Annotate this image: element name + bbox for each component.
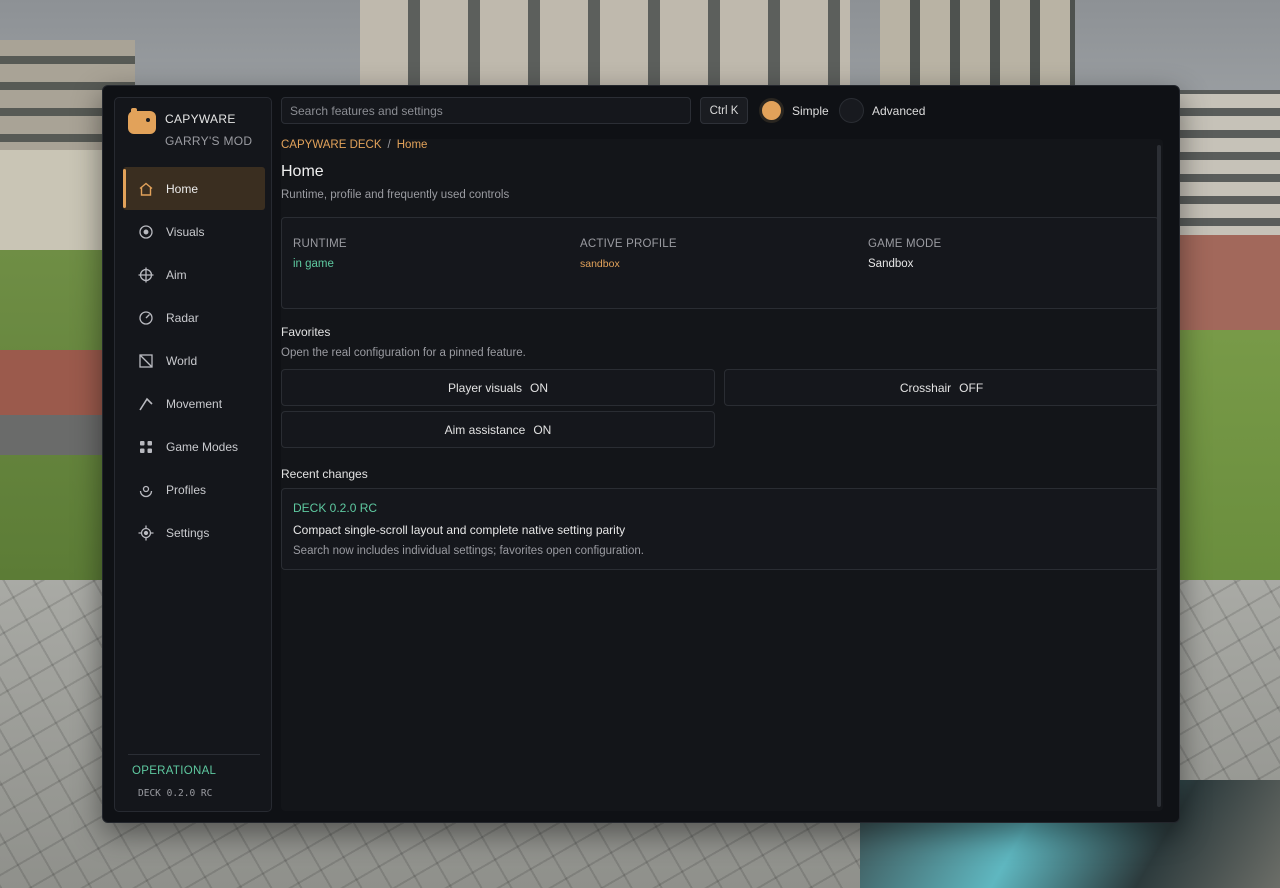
profile-icon (137, 481, 155, 499)
breadcrumb-current: Home (396, 139, 428, 151)
sidebar-item-movement[interactable]: Movement (123, 382, 265, 425)
home-icon (137, 180, 155, 198)
stat-game-mode: GAME MODE Sandbox (868, 238, 941, 270)
stat-value: Sandbox (868, 258, 914, 270)
recent-changes-title: Recent changes (281, 467, 368, 481)
mode-label: Simple (792, 103, 829, 118)
sidebar-item-radar[interactable]: Radar (123, 296, 265, 339)
building (1180, 90, 1280, 240)
favorite-state: ON (533, 422, 552, 437)
brick-wall (0, 350, 110, 415)
favorite-player-visuals-button[interactable]: Player visuals ON (281, 369, 715, 406)
radio-dot-icon (839, 98, 864, 123)
favorite-name: Player visuals (447, 380, 523, 395)
search-input[interactable] (281, 97, 691, 124)
brick-wall (1180, 235, 1280, 345)
mode-simple-toggle[interactable]: Simple (759, 97, 829, 124)
sidebar-item-label: Radar (166, 310, 199, 325)
sidebar-item-label: Movement (166, 396, 223, 411)
stat-runtime: RUNTIME in game (293, 238, 347, 270)
recent-changes-card: DECK 0.2.0 RC Compact single-scroll layo… (281, 488, 1159, 570)
grid-icon (137, 438, 155, 456)
shortcut-badge: Ctrl K (700, 97, 748, 124)
stat-value: in game (293, 258, 334, 270)
sidebar-item-profiles[interactable]: Profiles (123, 468, 265, 511)
brand: CAPYWARE GARRY'S MOD (128, 108, 268, 154)
radar-icon (137, 309, 155, 327)
road (0, 415, 110, 455)
page-subtitle: Runtime, profile and frequently used con… (281, 189, 510, 201)
breadcrumb: CAPYWARE DECK / Home (281, 139, 427, 151)
stat-key: ACTIVE PROFILE (580, 238, 677, 250)
settings-icon (137, 524, 155, 542)
page-title: Home (281, 163, 324, 180)
sidebar-item-world[interactable]: World (123, 339, 265, 382)
favorite-name: Aim assistance (444, 422, 526, 437)
mode-label: Advanced (872, 103, 926, 118)
sidebar-item-label: Home (166, 181, 199, 196)
favorite-name: Crosshair (899, 380, 952, 395)
runtime-stats-card: RUNTIME in game ACTIVE PROFILE sandbox G… (281, 217, 1159, 309)
sidebar-item-home[interactable]: Home (123, 167, 265, 210)
sidebar-divider (128, 754, 260, 755)
sidebar-item-label: Settings (166, 525, 210, 540)
status-text: OPERATIONAL (132, 765, 217, 777)
favorite-state: OFF (959, 380, 984, 395)
breadcrumb-separator: / (387, 139, 391, 151)
sidebar-item-settings[interactable]: Settings (123, 511, 265, 554)
crosshair-icon (137, 266, 155, 284)
version-label: DECK 0.2.0 RC (138, 788, 213, 799)
radio-dot-icon (759, 98, 784, 123)
capybara-logo-icon (128, 108, 156, 134)
sidebar-item-label: Aim (166, 267, 187, 282)
brand-name: CAPYWARE (165, 112, 236, 126)
mode-advanced-toggle[interactable]: Advanced (839, 97, 925, 124)
favorites-title: Favorites (281, 325, 331, 339)
breadcrumb-root[interactable]: CAPYWARE DECK (281, 139, 382, 151)
sidebar-item-label: Visuals (166, 224, 205, 239)
stat-active-profile: ACTIVE PROFILE sandbox (580, 238, 677, 270)
wall (0, 150, 110, 260)
movement-icon (137, 395, 155, 413)
favorite-crosshair-button[interactable]: Crosshair OFF (724, 369, 1159, 406)
favorites-subtitle: Open the real configuration for a pinned… (281, 347, 526, 359)
change-description: Search now includes individual settings;… (293, 545, 644, 557)
capyware-window: CAPYWARE GARRY'S MOD Home Visuals Aim Ra… (102, 85, 1180, 823)
favorite-state: ON (530, 380, 549, 395)
sidebar-item-visuals[interactable]: Visuals (123, 210, 265, 253)
sidebar-item-label: Profiles (166, 482, 207, 497)
favorite-aim-assistance-button[interactable]: Aim assistance ON (281, 411, 715, 448)
change-version: DECK 0.2.0 RC (293, 501, 378, 515)
sidebar-nav: Home Visuals Aim Radar World Movement Ga… (123, 167, 265, 554)
change-headline: Compact single-scroll layout and complet… (293, 523, 626, 537)
eye-target-icon (137, 223, 155, 241)
main-content: CAPYWARE DECK / Home Home Runtime, profi… (281, 139, 1163, 811)
sidebar-item-game-modes[interactable]: Game Modes (123, 425, 265, 468)
sidebar-item-label: World (166, 353, 198, 368)
stat-key: RUNTIME (293, 238, 347, 250)
stat-key: GAME MODE (868, 238, 942, 250)
content-scrollbar[interactable] (1157, 145, 1161, 807)
sidebar-item-aim[interactable]: Aim (123, 253, 265, 296)
sidebar: CAPYWARE GARRY'S MOD Home Visuals Aim Ra… (114, 97, 272, 812)
sidebar-item-label: Game Modes (166, 439, 239, 454)
brand-subtitle: GARRY'S MOD (165, 134, 253, 148)
world-icon (137, 352, 155, 370)
stat-value: sandbox (580, 258, 620, 270)
